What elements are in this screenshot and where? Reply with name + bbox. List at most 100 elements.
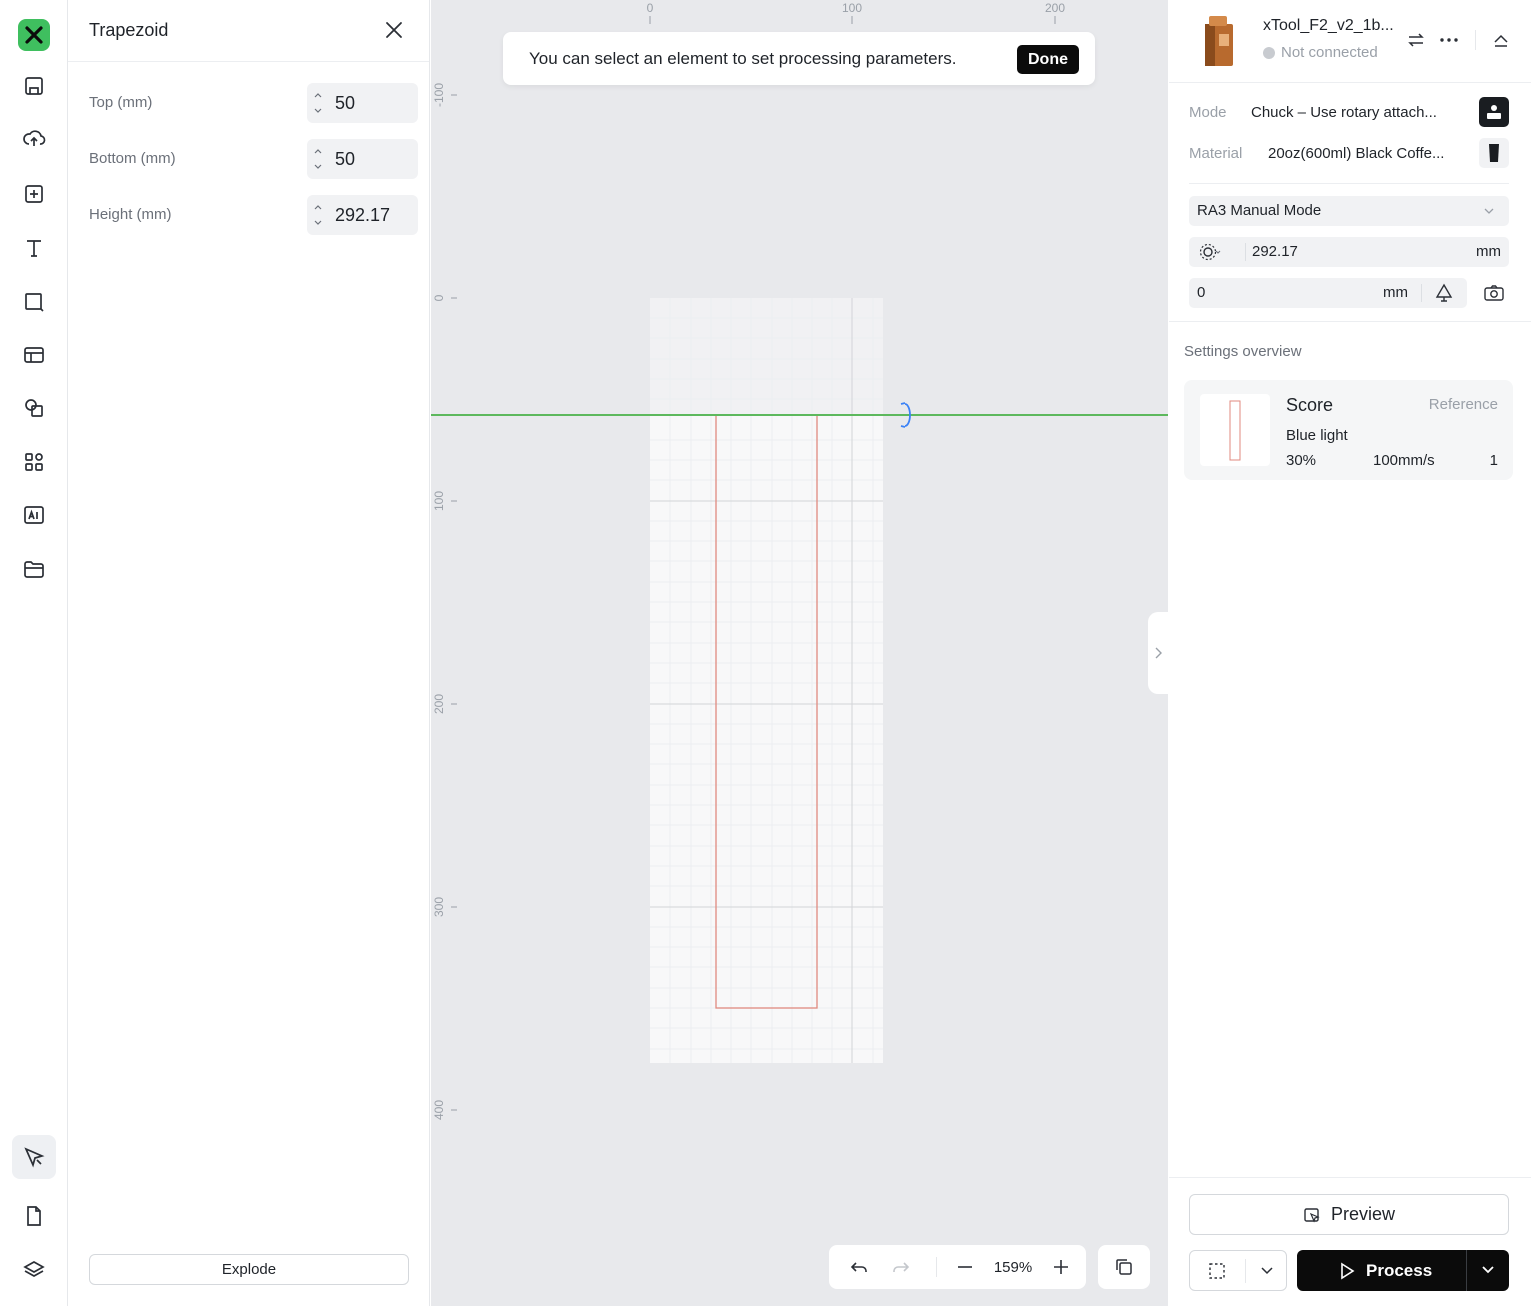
material-value[interactable]: 20oz(600ml) Black Coffe... [1268, 145, 1444, 162]
canvas-stage[interactable]: 0 100 200 -100 0 100 200 300 400 [431, 0, 1168, 1306]
ai-icon[interactable] [12, 493, 56, 537]
panel-header: Trapezoid [68, 0, 429, 62]
ruler-left-label: 0 [432, 294, 446, 301]
zoom-divider [936, 1257, 937, 1277]
chevron-down-icon[interactable] [1481, 1264, 1495, 1276]
status-text: Not connected [1281, 44, 1378, 61]
top-value: 50 [335, 93, 356, 113]
explode-button[interactable]: Explode [89, 1254, 409, 1285]
bottom-label: Bottom (mm) [89, 150, 176, 167]
done-button[interactable]: Done [1017, 45, 1079, 74]
swap-icon[interactable] [1406, 30, 1426, 50]
top-input[interactable]: 50 [307, 83, 418, 123]
process-label: Process [1366, 1261, 1433, 1280]
light-source: Blue light [1286, 427, 1348, 444]
preview-button[interactable]: Preview [1189, 1194, 1509, 1235]
offset-unit: mm [1383, 284, 1408, 301]
button-divider [1245, 1259, 1246, 1283]
duplicate-icon[interactable] [1098, 1245, 1150, 1289]
bottom-input[interactable]: 50 [307, 139, 418, 179]
undo-icon[interactable] [847, 1255, 871, 1279]
field-divider [1421, 284, 1422, 302]
material-label: Material [1189, 145, 1243, 162]
save-icon[interactable] [12, 64, 56, 108]
processing-settings-card[interactable]: Score Reference Blue light 30% 100mm/s 1 [1184, 380, 1513, 480]
ruler-top-label: 0 [647, 1, 654, 15]
preview-icon [1304, 1207, 1320, 1223]
mode-value[interactable]: Chuck – Use rotary attach... [1251, 104, 1437, 121]
stepper-icon[interactable] [313, 90, 323, 116]
action-footer: Preview Process [1169, 1177, 1531, 1306]
height-label: Height (mm) [89, 206, 172, 223]
top-label: Top (mm) [89, 94, 153, 111]
document-icon[interactable] [12, 1194, 56, 1238]
passes-value: 1 [1489, 452, 1498, 469]
zoom-out-icon[interactable] [953, 1255, 977, 1279]
more-icon[interactable] [1439, 30, 1459, 50]
property-panel: Trapezoid Top (mm) 50 Bottom (mm) 50 Hei… [68, 0, 430, 1306]
rotary-mode-value: RA3 Manual Mode [1197, 202, 1322, 219]
divider [1169, 82, 1531, 83]
redo-icon[interactable] [889, 1255, 913, 1279]
upload-icon[interactable] [12, 116, 56, 160]
top-field-row: Top (mm) 50 [68, 83, 430, 123]
process-button[interactable]: Process [1297, 1250, 1509, 1291]
close-icon[interactable] [383, 19, 405, 41]
panel-title: Trapezoid [89, 20, 169, 40]
bottom-field-row: Bottom (mm) 50 [68, 139, 430, 179]
stepper-icon[interactable] [313, 146, 323, 172]
select-icon[interactable] [12, 1135, 56, 1179]
text-icon[interactable] [12, 226, 56, 270]
offset-field[interactable]: 0 mm [1189, 278, 1467, 308]
expand-panel-tab[interactable] [1148, 612, 1168, 694]
settings-overview-title: Settings overview [1184, 343, 1302, 360]
shape-thumbnail [1200, 394, 1270, 466]
elements-icon[interactable] [12, 440, 56, 484]
chevron-down-icon [1484, 208, 1494, 214]
layout-icon[interactable] [12, 333, 56, 377]
rotary-mode-select[interactable]: RA3 Manual Mode [1189, 196, 1509, 226]
process-type: Score [1286, 395, 1334, 415]
diameter-value: 292.17 [1252, 243, 1298, 260]
logo-icon[interactable] [18, 19, 50, 51]
height-input[interactable]: 292.17 [307, 195, 418, 235]
power-value: 30% [1286, 452, 1317, 469]
zoom-level[interactable]: 159% [987, 1255, 1039, 1279]
folder-icon[interactable] [12, 547, 56, 591]
ruler-left-label: 400 [432, 1100, 446, 1120]
ruler-left-label: 100 [432, 491, 446, 511]
framing-select[interactable] [1189, 1250, 1287, 1291]
header-divider [1475, 30, 1476, 50]
button-divider [1466, 1250, 1467, 1291]
ruler-top-label: 100 [842, 1, 862, 15]
bottom-value: 50 [335, 149, 356, 169]
hint-toast: You can select an element to set process… [503, 32, 1095, 85]
ruler-top-label: 200 [1045, 1, 1065, 15]
stepper-icon[interactable] [313, 202, 323, 228]
diameter-field[interactable]: 292.17 mm [1189, 237, 1509, 267]
chevron-down-icon[interactable] [1260, 1265, 1274, 1277]
rotary-mode-icon[interactable] [1479, 97, 1509, 127]
design-canvas[interactable]: 0 100 200 -100 0 100 200 300 400 You can… [431, 0, 1168, 1306]
combine-icon[interactable] [12, 386, 56, 430]
status-dot [1263, 46, 1275, 59]
zoom-in-icon[interactable] [1049, 1255, 1073, 1279]
speed-value: 100mm/s [1373, 452, 1435, 469]
ruler-left-label: 300 [432, 897, 446, 917]
add-icon[interactable] [12, 172, 56, 216]
device-name[interactable]: xTool_F2_v2_1b... [1263, 17, 1394, 35]
layers-icon[interactable] [12, 1248, 56, 1292]
device-image-icon [1205, 16, 1233, 66]
connection-status: Not connected [1263, 44, 1378, 61]
auto-focus-icon[interactable] [1433, 282, 1455, 304]
frame-icon[interactable] [1208, 1262, 1226, 1280]
shape-icon[interactable] [12, 280, 56, 324]
cup-icon[interactable] [1479, 138, 1509, 168]
chevron-right-icon [1155, 647, 1162, 659]
divider [1189, 183, 1509, 184]
mode-label: Mode [1189, 104, 1227, 121]
ruler-left-label: 200 [432, 694, 446, 714]
rotation-settings-icon[interactable] [1199, 242, 1221, 262]
collapse-icon[interactable] [1491, 30, 1511, 50]
camera-icon[interactable] [1479, 278, 1509, 308]
